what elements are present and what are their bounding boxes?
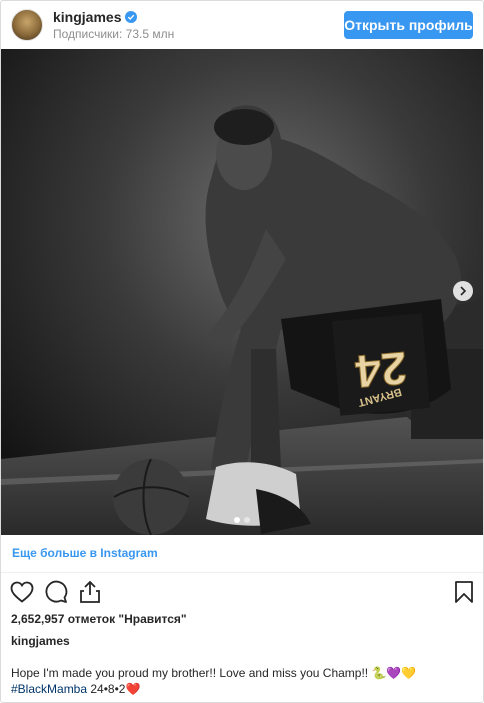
caption-body: Hope I'm made you proud my brother!! Lov… [11,666,417,680]
followers-count: Подписчики: 73.5 млн [53,27,175,41]
post-header: kingjames Подписчики: 73.5 млн Открыть п… [1,1,483,49]
caption-suffix: 24•8•2❤️ [87,682,141,696]
comment-icon[interactable] [43,579,69,605]
hashtag-link[interactable]: #BlackMamba [11,682,87,696]
open-profile-button[interactable]: Открыть профиль [344,11,473,39]
carousel-dots [1,517,483,523]
likes-count[interactable]: 2,652,957 отметок "Нравится" [11,612,187,626]
action-bar [9,577,477,607]
more-on-instagram-link[interactable]: Еще больше в Instagram [1,535,483,573]
caption-text: Hope I'm made you proud my brother!! Lov… [11,665,475,697]
heart-icon[interactable] [9,579,35,605]
username-link[interactable]: kingjames [53,9,121,25]
caption-username[interactable]: kingjames [11,634,70,648]
instagram-embed: kingjames Подписчики: 73.5 млн Открыть п… [0,0,484,703]
verified-badge-icon [125,11,138,23]
avatar[interactable] [11,9,43,41]
bookmark-icon[interactable] [451,579,477,605]
next-photo-button[interactable] [453,281,473,301]
username-row: kingjames [53,9,174,25]
share-icon[interactable] [77,579,103,605]
carousel-dot [244,517,250,523]
post-photo[interactable]: 24 BRYANT [1,49,483,535]
chevron-right-icon [460,286,467,296]
carousel-dot [234,517,240,523]
user-info: kingjames Подписчики: 73.5 млн [53,9,174,41]
post-image: 24 BRYANT [1,49,483,535]
